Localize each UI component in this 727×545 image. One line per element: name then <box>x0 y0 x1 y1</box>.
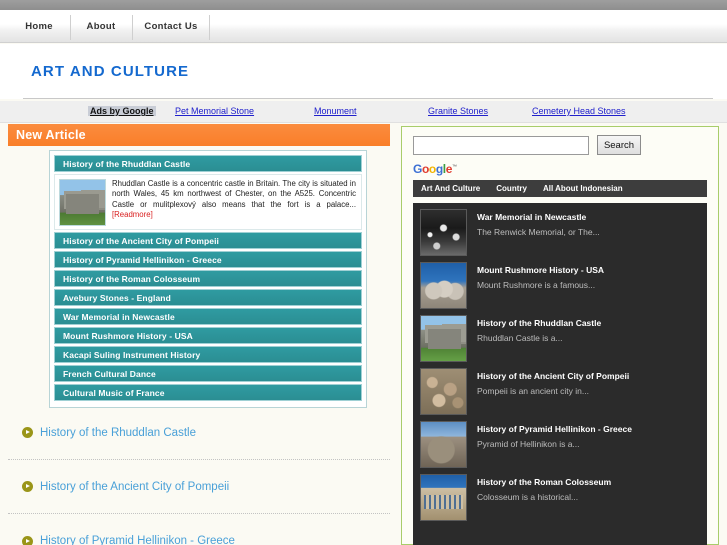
accordion-item-label: History of the Ancient City of Pompeii <box>63 235 220 246</box>
accordion-item-label: French Cultural Dance <box>63 368 156 379</box>
pompeii-thumbnail <box>420 368 467 415</box>
new-article-header: New Article <box>8 124 390 146</box>
accordion-item-label: Avebury Stones - England <box>63 292 171 303</box>
header-divider <box>23 98 713 99</box>
ad-link-monument[interactable]: Monument <box>314 106 357 116</box>
new-article-accordion: History of the Rhuddlan Castle Rhuddlan … <box>49 150 367 408</box>
accordion-item-label: History of Pyramid Hellinikon - Greece <box>63 254 222 265</box>
sidebar-nav-art-and-culture[interactable]: Art And Culture <box>421 184 480 193</box>
list-item[interactable]: War Memorial in Newcastle The Renwick Me… <box>420 209 702 256</box>
accordion-item-avebury-stones[interactable]: Avebury Stones - England <box>54 289 362 306</box>
google-ads-bar: Ads by Google Pet Memorial Stone Monumen… <box>0 101 727 123</box>
accordion-item-pompeii[interactable]: History of the Ancient City of Pompeii <box>54 232 362 249</box>
page-root: Home About Contact Us ART AND CULTURE Ad… <box>0 0 727 545</box>
sidebar: Search Google™ Art And Culture Country A… <box>401 126 719 545</box>
sidebar-article-excerpt: Colosseum is a historical... <box>477 492 579 502</box>
accordion-item-french-cultural-dance[interactable]: French Cultural Dance <box>54 365 362 382</box>
nav-item-contact-us-label: Contact Us <box>144 20 198 32</box>
ad-link-pet-memorial-stone[interactable]: Pet Memorial Stone <box>175 106 254 116</box>
mount-rushmore-thumbnail <box>420 262 467 309</box>
nav-item-about-label: About <box>86 20 116 32</box>
accordion-item-kacapi-suling[interactable]: Kacapi Suling Instrument History <box>54 346 362 363</box>
sidebar-article-list: War Memorial in Newcastle The Renwick Me… <box>413 203 707 545</box>
readmore-link[interactable]: [Readmore] <box>112 210 153 219</box>
list-item[interactable]: History of Pyramid Hellinikon - Greece <box>8 514 390 545</box>
list-item[interactable]: History of the Ancient City of Pompeii <box>8 460 390 514</box>
search-input[interactable] <box>413 135 589 155</box>
nav-item-home-label: Home <box>25 20 53 32</box>
search-button[interactable]: Search <box>597 135 641 155</box>
play-circle-icon <box>22 427 33 438</box>
post-link-list: History of the Rhuddlan Castle History o… <box>8 406 390 545</box>
sidebar-nav-country[interactable]: Country <box>496 184 527 193</box>
sidebar-category-nav: Art And Culture Country All About Indone… <box>413 180 707 197</box>
accordion-excerpt: Rhuddlan Castle is a concentric castle i… <box>112 179 356 209</box>
play-circle-icon <box>22 535 33 545</box>
accordion-item-label: Mount Rushmore History - USA <box>63 330 193 341</box>
main-content-column: New Article History of the Rhuddlan Cast… <box>8 124 390 545</box>
list-item[interactable]: History of the Ancient City of Pompeii P… <box>420 368 702 415</box>
main-navigation: Home About Contact Us <box>0 10 727 43</box>
accordion-item-rhuddlan-castle[interactable]: History of the Rhuddlan Castle <box>54 155 362 172</box>
list-item[interactable]: History of the Rhuddlan Castle Rhuddlan … <box>420 315 702 362</box>
accordion-item-war-memorial[interactable]: War Memorial in Newcastle <box>54 308 362 325</box>
top-gray-band <box>0 0 727 10</box>
nav-item-home[interactable]: Home <box>8 10 70 42</box>
hellinikon-thumbnail <box>420 421 467 468</box>
ads-by-google-label[interactable]: Ads by Google <box>88 106 156 116</box>
post-link-pompeii[interactable]: History of the Ancient City of Pompeii <box>40 481 229 493</box>
page-title: ART AND CULTURE <box>31 63 190 80</box>
accordion-item-pyramid-hellinikon[interactable]: History of Pyramid Hellinikon - Greece <box>54 251 362 268</box>
sidebar-article-title: History of the Roman Colosseum <box>477 477 612 487</box>
sidebar-article-excerpt: The Renwick Memorial, or The... <box>477 227 600 237</box>
accordion-item-label: Cultural Music of France <box>63 387 165 398</box>
sidebar-article-excerpt: Mount Rushmore is a famous... <box>477 280 596 290</box>
accordion-item-label: War Memorial in Newcastle <box>63 311 175 322</box>
war-memorial-thumbnail <box>420 209 467 256</box>
sidebar-article-excerpt: Rhuddlan Castle is a... <box>477 333 563 343</box>
accordion-item-cultural-music-of-france[interactable]: Cultural Music of France <box>54 384 362 401</box>
list-item[interactable]: History of the Rhuddlan Castle <box>8 406 390 460</box>
list-item[interactable]: Mount Rushmore History - USA Mount Rushm… <box>420 262 702 309</box>
sidebar-article-title: War Memorial in Newcastle <box>477 212 587 222</box>
colosseum-thumbnail <box>420 474 467 521</box>
sidebar-article-excerpt: Pyramid of Hellinikon is a... <box>477 439 580 449</box>
accordion-item-label: History of the Roman Colosseum <box>63 273 201 284</box>
post-link-rhuddlan-castle[interactable]: History of the Rhuddlan Castle <box>40 427 196 439</box>
sidebar-article-excerpt: Pompeii is an ancient city in... <box>477 386 589 396</box>
play-circle-icon <box>22 481 33 492</box>
rhuddlan-castle-thumbnail <box>59 179 106 226</box>
accordion-item-roman-colosseum[interactable]: History of the Roman Colosseum <box>54 270 362 287</box>
accordion-panel-rhuddlan-castle: Rhuddlan Castle is a concentric castle i… <box>54 174 362 230</box>
post-link-pyramid-hellinikon[interactable]: History of Pyramid Hellinikon - Greece <box>40 535 235 545</box>
new-article-title: New Article <box>16 128 86 142</box>
list-item[interactable]: History of the Roman Colosseum Colosseum… <box>420 474 702 521</box>
accordion-item-label: History of the Rhuddlan Castle <box>63 158 191 169</box>
list-item[interactable]: History of Pyramid Hellinikon - Greece P… <box>420 421 702 468</box>
sidebar-article-title: History of the Ancient City of Pompeii <box>477 371 630 381</box>
sidebar-article-title: Mount Rushmore History - USA <box>477 265 605 275</box>
search-widget: Search <box>402 127 718 155</box>
rhuddlan-castle-thumbnail <box>420 315 467 362</box>
accordion-item-mount-rushmore[interactable]: Mount Rushmore History - USA <box>54 327 362 344</box>
nav-item-about[interactable]: About <box>70 10 132 42</box>
ad-link-cemetery-head-stones[interactable]: Cemetery Head Stones <box>532 106 626 116</box>
sidebar-article-title: History of Pyramid Hellinikon - Greece <box>477 424 632 434</box>
trademark-symbol: ™ <box>451 164 457 170</box>
ad-link-granite-stones[interactable]: Granite Stones <box>428 106 488 116</box>
sidebar-article-title: History of the Rhuddlan Castle <box>477 318 602 328</box>
accordion-item-label: Kacapi Suling Instrument History <box>63 349 201 360</box>
google-logo: Google™ <box>413 162 457 176</box>
nav-item-contact-us[interactable]: Contact Us <box>132 10 210 42</box>
site-header: ART AND CULTURE <box>0 44 727 99</box>
sidebar-nav-all-about-indonesian[interactable]: All About Indonesian <box>543 184 623 193</box>
